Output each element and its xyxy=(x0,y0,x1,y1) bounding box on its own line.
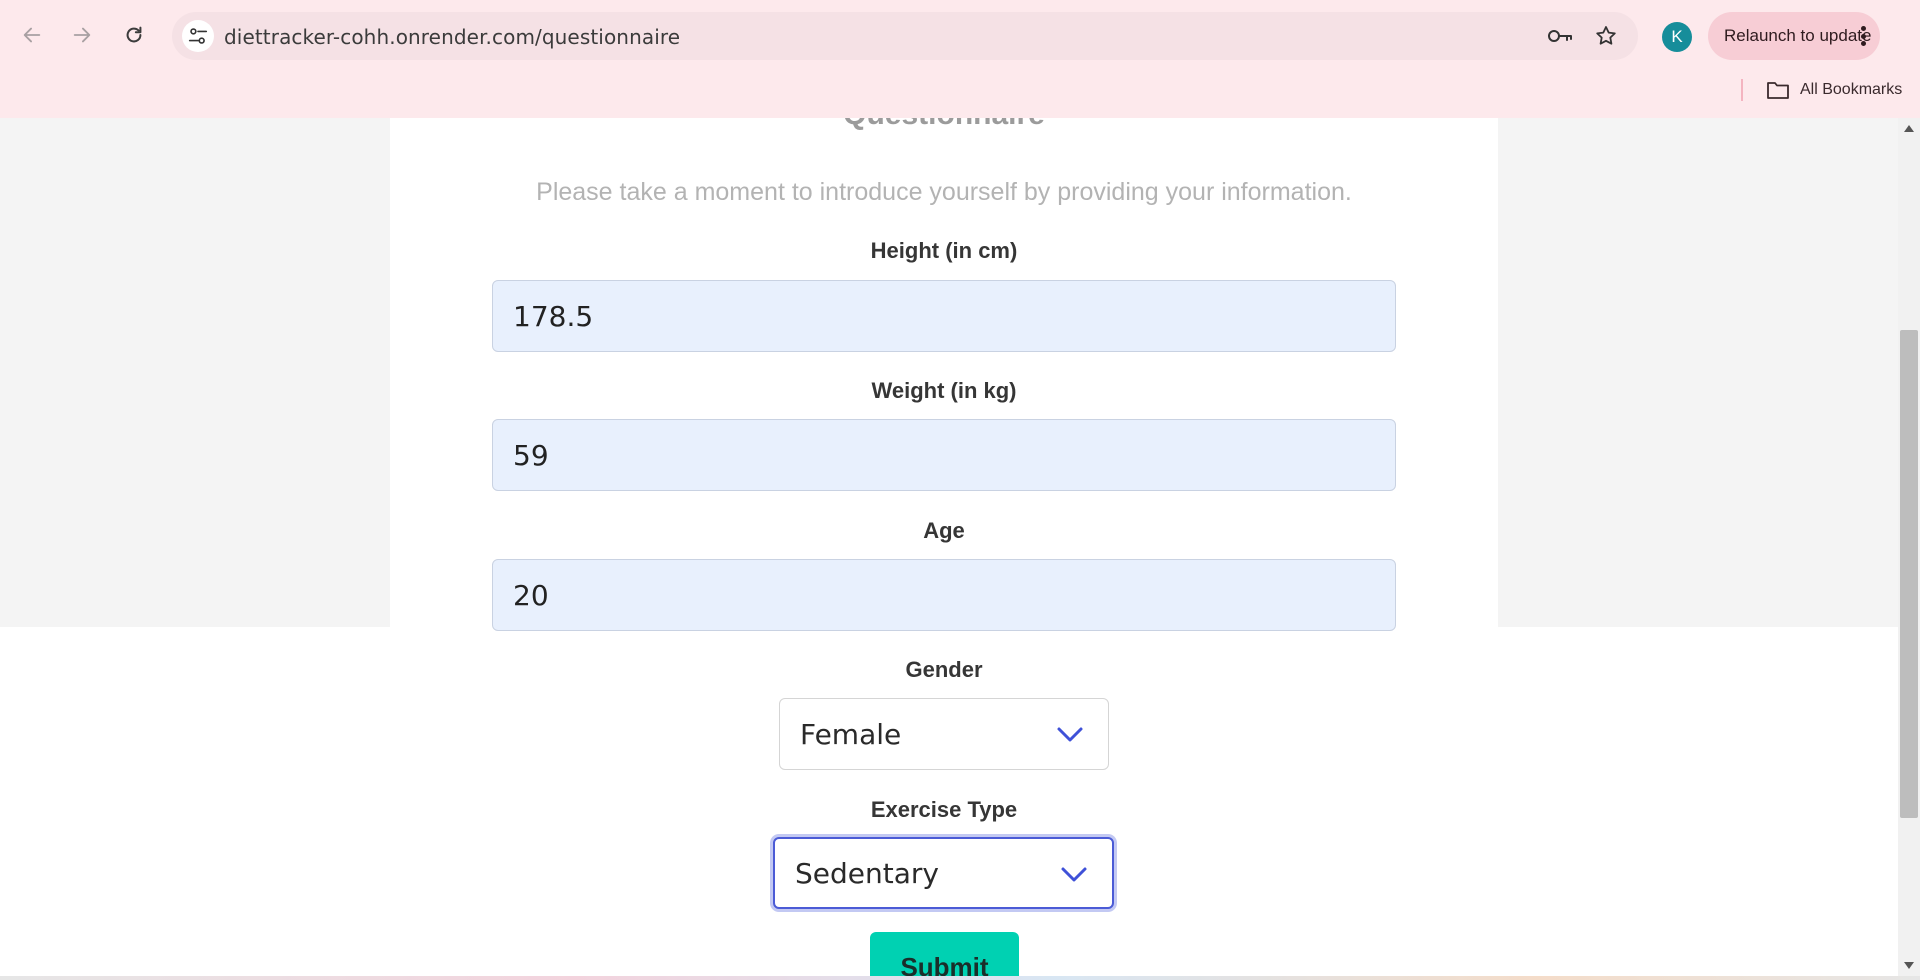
relaunch-label: Relaunch to update xyxy=(1724,26,1872,45)
submit-button[interactable]: Submit xyxy=(870,932,1019,976)
chevron-down-icon xyxy=(1057,727,1083,742)
scroll-up-arrow-icon[interactable] xyxy=(1904,124,1914,132)
chevron-down-icon xyxy=(1061,867,1087,882)
bookmarks-divider xyxy=(1741,79,1743,101)
page-title: Questionnaire xyxy=(0,118,1888,132)
star-icon[interactable] xyxy=(1594,24,1618,48)
height-label: Height (in cm) xyxy=(870,238,1018,263)
weight-input[interactable]: 59 xyxy=(492,419,1396,491)
gender-label: Gender xyxy=(905,657,983,682)
age-label: Age xyxy=(923,518,965,543)
window-bottom-edge xyxy=(0,976,1920,980)
folder-icon xyxy=(1767,82,1789,99)
intro-text: Please take a moment to introduce yourse… xyxy=(536,178,1352,206)
age-input[interactable]: 20 xyxy=(492,559,1396,631)
key-icon[interactable] xyxy=(1546,24,1574,48)
back-button[interactable] xyxy=(12,15,52,55)
all-bookmarks-label: All Bookmarks xyxy=(1800,81,1903,98)
tune-icon xyxy=(188,28,208,44)
arrow-right-icon xyxy=(73,27,91,43)
gender-select[interactable]: Female xyxy=(779,698,1109,770)
reload-icon xyxy=(126,26,142,43)
site-info-button[interactable] xyxy=(182,20,214,52)
exercise-type-value: Sedentary xyxy=(795,856,939,890)
scroll-thumb[interactable] xyxy=(1900,330,1918,818)
scroll-down-arrow-icon[interactable] xyxy=(1904,962,1914,970)
weight-label: Weight (in kg) xyxy=(871,378,1017,403)
relaunch-button[interactable]: Relaunch to update xyxy=(1708,12,1880,60)
exercise-type-label: Exercise Type xyxy=(870,797,1018,822)
more-vert-icon[interactable] xyxy=(1860,26,1866,46)
reload-button[interactable] xyxy=(114,15,154,55)
address-bar[interactable]: diettracker-cohh.onrender.com/questionna… xyxy=(172,12,1638,60)
browser-toolbar: diettracker-cohh.onrender.com/questionna… xyxy=(0,0,1920,118)
all-bookmarks-button[interactable]: All Bookmarks xyxy=(1766,78,1902,102)
profile-avatar[interactable]: K xyxy=(1662,22,1692,52)
forward-button[interactable] xyxy=(62,15,102,55)
gender-value: Female xyxy=(800,717,902,751)
height-input[interactable]: 178.5 xyxy=(492,280,1396,352)
page-viewport: Questionnaire Please take a moment to in… xyxy=(0,118,1898,976)
page-scrollbar[interactable] xyxy=(1898,118,1920,976)
exercise-type-select[interactable]: Sedentary xyxy=(773,837,1114,909)
url-text[interactable]: diettracker-cohh.onrender.com/questionna… xyxy=(224,25,680,49)
arrow-left-icon xyxy=(23,27,41,43)
